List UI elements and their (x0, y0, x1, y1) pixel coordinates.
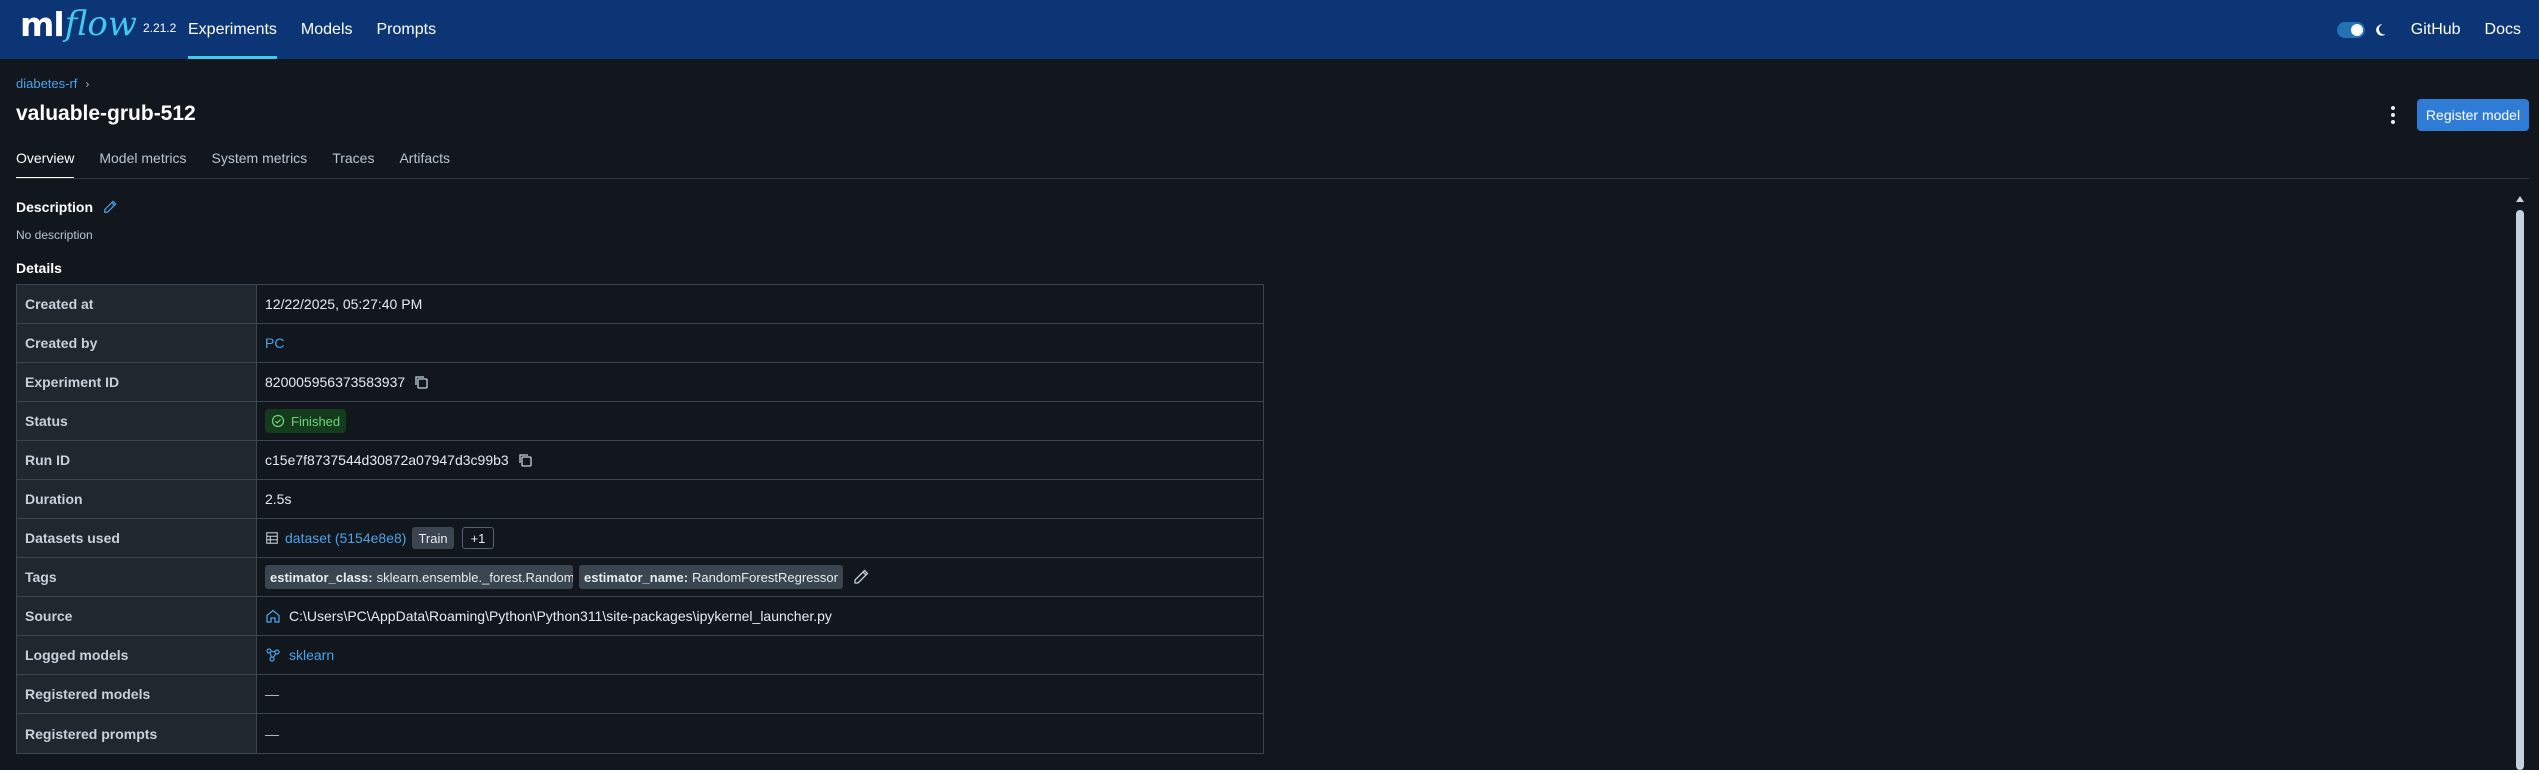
model-icon (266, 648, 280, 662)
table-row: Created by PC (17, 324, 1263, 363)
duration-key: Duration (17, 480, 257, 518)
main-nav: Experiments Models Prompts (188, 0, 460, 59)
table-icon (266, 532, 278, 544)
source-key: Source (17, 597, 257, 635)
page-title: valuable-grub-512 (16, 102, 196, 125)
table-row: Source C:\Users\PC\AppData\Roaming\Pytho… (17, 597, 1263, 636)
top-nav-bar: ml flow 2.21.2 Experiments Models Prompt… (0, 0, 2539, 59)
logo-ml-text: ml (20, 5, 65, 44)
breadcrumb-experiment-link[interactable]: diabetes-rf (16, 76, 77, 91)
status-key: Status (17, 402, 257, 440)
logged-model-link[interactable]: sklearn (289, 647, 334, 663)
table-row: Registered models — (17, 675, 1263, 714)
table-row: Status Finished (17, 402, 1263, 441)
created-at-value: 12/22/2025, 05:27:40 PM (265, 296, 423, 312)
tag-value: RandomForestRegressor (692, 569, 838, 585)
created-at-key: Created at (17, 285, 257, 323)
home-icon (266, 609, 280, 623)
version-label: 2.21.2 (142, 21, 177, 35)
table-row: Registered prompts — (17, 714, 1263, 753)
details-label: Details (16, 260, 62, 276)
table-row: Datasets used dataset (5154e8e8) Train +… (17, 519, 1263, 558)
run-tabs: Overview Model metrics System metrics Tr… (16, 150, 475, 179)
tags-key: Tags (17, 558, 257, 596)
registered-models-value: — (265, 686, 279, 702)
experiment-id-value: 820005956373583937 (265, 374, 406, 390)
run-id-value: c15e7f8737544d30872a07947d3c99b3 (265, 452, 509, 468)
nav-right-group: GitHub Docs (2336, 0, 2521, 59)
copy-icon[interactable] (517, 452, 533, 468)
copy-icon[interactable] (413, 374, 429, 390)
edit-description-icon[interactable] (103, 200, 117, 214)
more-datasets-button[interactable]: +1 (461, 527, 495, 549)
edit-tags-icon[interactable] (853, 569, 869, 585)
table-row: Tags estimator_class: sklearn.ensemble._… (17, 558, 1263, 597)
scrollbar-thumb[interactable] (2516, 210, 2524, 770)
nav-experiments[interactable]: Experiments (188, 0, 277, 59)
logo-flow-text: flow (64, 4, 137, 44)
duration-value: 2.5s (265, 491, 292, 507)
run-id-key: Run ID (17, 441, 257, 479)
table-row: Experiment ID 820005956373583937 (17, 363, 1263, 402)
more-options-icon[interactable] (2386, 104, 2400, 126)
tab-artifacts[interactable]: Artifacts (399, 150, 450, 178)
moon-icon (2373, 22, 2389, 38)
check-circle-icon (271, 414, 285, 428)
created-by-key: Created by (17, 324, 257, 362)
table-row: Duration 2.5s (17, 480, 1263, 519)
nav-prompts[interactable]: Prompts (377, 0, 437, 59)
table-row: Created at 12/22/2025, 05:27:40 PM (17, 285, 1263, 324)
tab-traces[interactable]: Traces (332, 150, 374, 178)
source-value[interactable]: C:\Users\PC\AppData\Roaming\Python\Pytho… (289, 608, 832, 624)
registered-models-key: Registered models (17, 675, 257, 713)
vertical-scrollbar[interactable] (2514, 196, 2526, 770)
dataset-context-tag: Train (412, 527, 454, 549)
description-value: No description (16, 228, 93, 242)
table-row: Run ID c15e7f8737544d30872a07947d3c99b3 (17, 441, 1263, 480)
created-by-link[interactable]: PC (265, 335, 284, 351)
details-table: Created at 12/22/2025, 05:27:40 PM Creat… (16, 284, 1264, 754)
breadcrumb: diabetes-rf › (16, 76, 89, 91)
tabs-divider (16, 178, 2529, 179)
tag-value: sklearn.ensemble._forest.Random... (376, 569, 573, 585)
github-link[interactable]: GitHub (2411, 21, 2461, 39)
status-value: Finished (291, 413, 341, 429)
tab-model-metrics[interactable]: Model metrics (99, 150, 186, 178)
tag-estimator-class[interactable]: estimator_class: sklearn.ensemble._fores… (265, 565, 573, 589)
registered-prompts-value: — (265, 725, 279, 742)
tag-name: estimator_class: (270, 569, 373, 585)
register-model-button[interactable]: Register model (2417, 99, 2529, 131)
breadcrumb-separator: › (85, 76, 90, 91)
datasets-key: Datasets used (17, 519, 257, 557)
mlflow-logo[interactable]: ml flow 2.21.2 (20, 4, 176, 44)
dark-mode-toggle[interactable] (2336, 21, 2365, 38)
description-label: Description (16, 199, 94, 215)
description-header: Description (16, 199, 117, 215)
docs-link[interactable]: Docs (2485, 21, 2521, 39)
tab-system-metrics[interactable]: System metrics (212, 150, 308, 178)
status-badge: Finished (265, 409, 347, 433)
scroll-up-arrow-icon[interactable] (2516, 196, 2524, 202)
logged-models-key: Logged models (17, 636, 257, 674)
tab-overview[interactable]: Overview (16, 150, 75, 179)
tag-estimator-name[interactable]: estimator_name: RandomForestRegressor (579, 565, 843, 589)
registered-prompts-key: Registered prompts (17, 714, 257, 753)
experiment-id-key: Experiment ID (17, 363, 257, 401)
nav-models[interactable]: Models (301, 0, 353, 59)
dataset-link[interactable]: dataset (5154e8e8) (285, 530, 406, 546)
tag-name: estimator_name: (584, 569, 689, 585)
table-row: Logged models sklearn (17, 636, 1263, 675)
